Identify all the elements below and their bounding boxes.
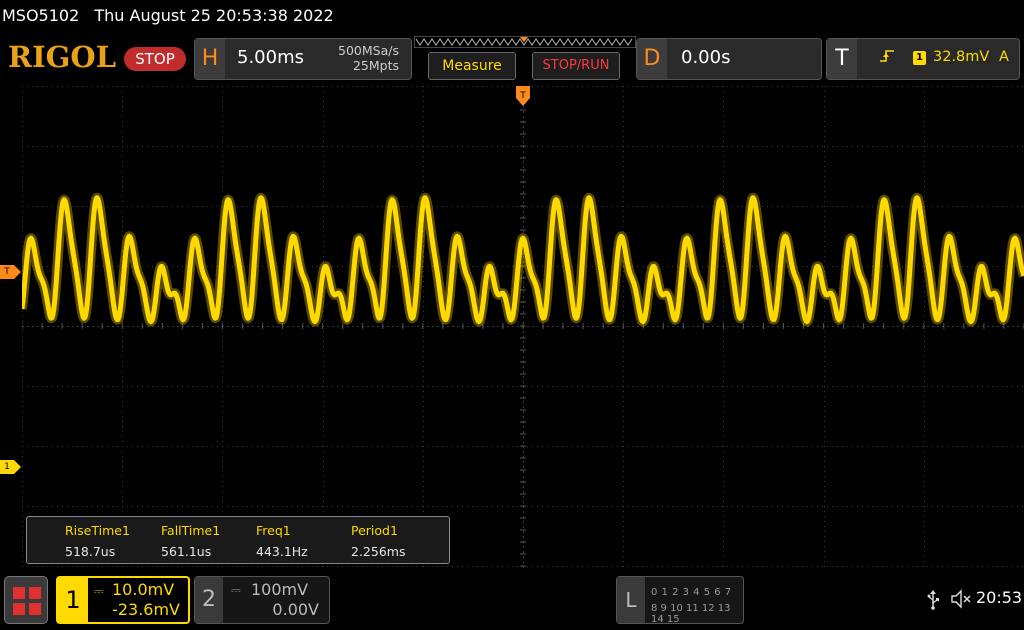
model-name: MSO5102 [2,6,80,25]
bottom-bar: 1 ⎓ 10.0mV -23.6mV 2 ⎓ 100mV 0.00V L 0 1… [0,572,1024,630]
measure-button[interactable]: Measure [428,52,516,80]
horizontal-panel[interactable]: H 5.00ms 500MSa/s 25Mpts [194,38,412,80]
measurement-value: 518.7us [65,544,116,559]
ch2-offset: 0.00V [272,600,319,619]
trigger-position-marker[interactable]: T [516,86,530,108]
trigger-position-label: T [519,91,526,101]
trigger-level-marker-label: T [4,267,10,277]
mute-speaker-icon[interactable] [950,589,972,609]
dc-coupling-icon: ⎓ [94,584,104,598]
measurement-value: 561.1us [161,544,212,559]
measurement-item: RiseTime1 518.7us [65,523,161,559]
usb-icon [927,590,939,610]
horizontal-letter: H [195,39,225,79]
measurement-value: 2.256ms [351,544,406,559]
main-menu-button[interactable] [4,576,48,624]
delay-value: 0.00s [681,47,731,68]
waveform-display[interactable] [22,86,1024,570]
stop-run-button[interactable]: STOP/RUN [532,52,620,80]
delay-letter: D [637,39,667,79]
trigger-source-badge: 1 [913,51,926,65]
sample-rate: 500MSa/s [338,43,399,58]
measurement-item: FallTime1 561.1us [161,523,257,559]
ch2-label: 2 [195,577,223,623]
measurement-value: 443.1Hz [256,544,308,559]
measurement-name: RiseTime1 [65,523,130,538]
ch1-scale: 10.0mV [112,580,175,599]
delay-panel[interactable]: D 0.00s [636,38,822,80]
acquisition-info: 500MSa/s 25Mpts [338,43,399,73]
graticule [22,86,1024,570]
measurement-name: Freq1 [256,523,291,538]
trigger-panel[interactable]: T 1 32.8mV A [826,38,1020,80]
ch1-settings[interactable]: 1 ⎓ 10.0mV -23.6mV [56,576,190,624]
top-bar: RIGOL STOP H 5.00ms 500MSa/s 25Mpts Meas… [0,34,1024,84]
ch1-offset-marker-label: 1 [4,462,10,472]
trigger-letter: T [827,39,857,79]
run-state-badge[interactable]: STOP [124,47,186,71]
rising-edge-icon [880,50,894,62]
trigger-mode: A [999,49,1009,65]
logic-analyzer-settings[interactable]: L 0 1 2 3 4 5 6 7 8 9 10 11 12 13 14 15 [616,576,744,625]
ch2-scale: 100mV [251,580,309,599]
ch1-label: 1 [58,578,88,622]
title-line: MSO5102 Thu August 25 20:53:38 2022 [0,0,1024,34]
la-channels-8-15: 8 9 10 11 12 13 14 15 [651,603,731,625]
ch2-settings[interactable]: 2 ⎓ 100mV 0.00V [194,576,330,624]
la-channels-0-7: 0 1 2 3 4 5 6 7 [651,587,732,598]
ch1-offset: -23.6mV [112,600,180,619]
trigger-level: 32.8mV [933,49,990,65]
measurement-item: Freq1 443.1Hz [256,523,352,559]
clock: 20:53 [976,588,1023,607]
timebase-value: 5.00ms [237,47,304,68]
measurement-name: FallTime1 [161,523,221,538]
measurement-panel[interactable]: RiseTime1 518.7us FallTime1 561.1us Freq… [26,516,450,564]
la-label: L [617,577,645,623]
brand-logo: RIGOL [8,40,117,74]
memory-timeline [414,36,636,48]
grid-menu-icon [13,587,41,615]
datetime: Thu August 25 20:53:38 2022 [94,6,334,25]
memory-depth: 25Mpts [352,58,399,73]
dc-coupling-icon: ⎓ [231,583,241,597]
measurement-item: Period1 2.256ms [351,523,447,559]
measurement-name: Period1 [351,523,398,538]
